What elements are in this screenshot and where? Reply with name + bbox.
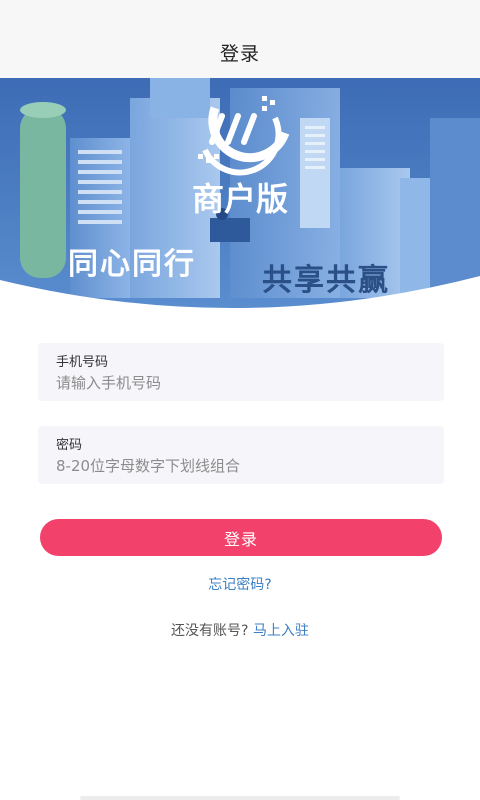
register-prompt: 还没有账号? bbox=[171, 623, 249, 639]
phone-label: 手机号码 bbox=[56, 355, 109, 370]
slogan-right: 共享共赢 bbox=[262, 263, 390, 298]
register-row: 还没有账号? 马上入驻 bbox=[0, 620, 480, 640]
banner-image: 商户版 同心同行 共享共赢 bbox=[0, 78, 480, 320]
phone-input[interactable] bbox=[56, 371, 426, 395]
home-indicator bbox=[80, 796, 400, 800]
city-illustration: 商户版 同心同行 共享共赢 bbox=[0, 78, 480, 320]
page-title: 登录 bbox=[219, 43, 260, 65]
password-label: 密码 bbox=[56, 438, 83, 453]
slogan-left: 同心同行 bbox=[68, 247, 196, 282]
login-button[interactable]: 登录 bbox=[40, 519, 442, 556]
phone-field[interactable]: 手机号码 bbox=[38, 343, 444, 401]
forgot-password-link[interactable]: 忘记密码? bbox=[0, 574, 480, 594]
password-field[interactable]: 密码 bbox=[38, 426, 444, 484]
password-input[interactable] bbox=[56, 454, 426, 478]
edition-text: 商户版 bbox=[192, 180, 288, 218]
register-link[interactable]: 马上入驻 bbox=[253, 623, 309, 639]
top-bar: 登录 bbox=[0, 0, 480, 78]
